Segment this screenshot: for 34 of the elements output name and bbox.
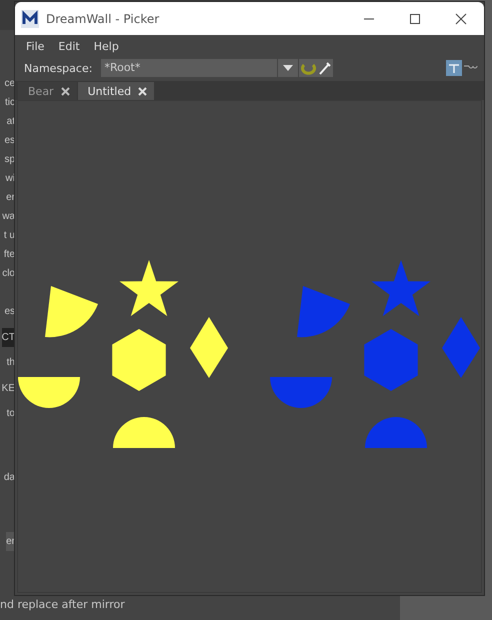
background-text: tic: [5, 96, 15, 110]
background-text: t u: [4, 229, 15, 243]
dropdown-arrow-button[interactable]: [278, 59, 298, 77]
menu-item[interactable]: Edit: [51, 40, 87, 52]
menu-item[interactable]: File: [19, 40, 52, 52]
link-icon[interactable]: [464, 65, 478, 71]
maximize-icon[interactable]: [409, 12, 421, 24]
eyedropper-icon[interactable]: [319, 61, 332, 75]
background-text: fte: [4, 248, 15, 262]
close-icon[interactable]: [455, 12, 467, 24]
menu-item[interactable]: Help: [86, 40, 126, 52]
caret-icon[interactable]: [283, 65, 294, 71]
layout-icon[interactable]: [446, 60, 462, 76]
app-logo-icon: [21, 10, 39, 28]
background-text: wa: [2, 210, 15, 224]
tab[interactable]: Untitled: [78, 82, 154, 100]
background-text: CT: [2, 328, 15, 347]
background-text: at: [6, 115, 15, 129]
background-text: da: [4, 471, 15, 485]
wedge-shape[interactable]: [45, 286, 98, 338]
background-text: nd replace after mirror: [0, 598, 125, 611]
tab[interactable]: Bear: [18, 82, 77, 100]
star-shape[interactable]: [120, 260, 178, 316]
background-text: clo: [2, 267, 15, 281]
hexagon-shape[interactable]: [112, 329, 166, 391]
background-text: er: [6, 191, 15, 205]
window-title: DreamWall - Picker: [46, 12, 160, 26]
namespace-dropdown[interactable]: *Root*: [101, 59, 278, 77]
close-icon[interactable]: [60, 86, 70, 96]
background-text: KE: [2, 382, 15, 396]
star-shape[interactable]: [372, 260, 430, 316]
background-text: ce: [4, 77, 15, 91]
namespace-label: Namespace:: [24, 62, 92, 74]
diamond-shape[interactable]: [190, 317, 228, 378]
